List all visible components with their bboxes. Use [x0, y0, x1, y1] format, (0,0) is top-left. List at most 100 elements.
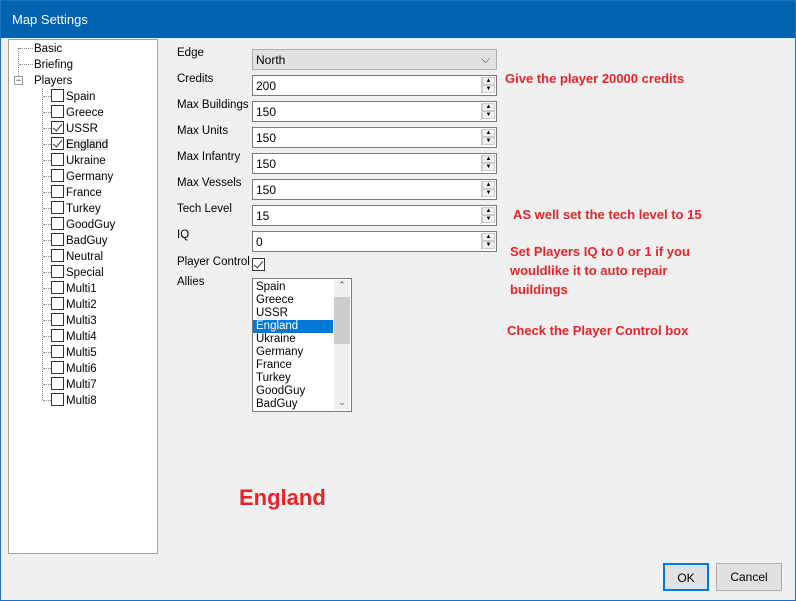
spin-down-icon[interactable]: ▼	[482, 137, 495, 145]
edge-select[interactable]: North ⌵	[252, 49, 497, 70]
tree-item-player[interactable]: Spain	[51, 89, 95, 105]
player-checkbox[interactable]	[51, 185, 64, 198]
player-checkbox[interactable]	[51, 105, 64, 118]
player-checkbox[interactable]	[51, 201, 64, 214]
player-checkbox[interactable]	[51, 361, 64, 374]
max-infantry-input[interactable]: 150 ▲ ▼	[252, 153, 497, 174]
player-checkbox[interactable]	[51, 313, 64, 326]
spin-down-icon[interactable]: ▼	[482, 241, 495, 249]
tree-item-player[interactable]: BadGuy	[51, 233, 108, 249]
allies-list-item[interactable]: GoodGuy	[253, 385, 333, 398]
ok-button[interactable]: OK	[663, 563, 709, 591]
allies-scrollbar[interactable]: ⌃ ⌄	[334, 280, 350, 410]
collapse-icon[interactable]: −	[14, 76, 23, 85]
player-label: Multi4	[66, 331, 97, 343]
spin-down-icon[interactable]: ▼	[482, 215, 495, 223]
spin-down-icon[interactable]: ▼	[482, 111, 495, 119]
player-checkbox[interactable]	[51, 249, 64, 262]
allies-list-item[interactable]: Turkey	[253, 372, 333, 385]
tree-item-player[interactable]: Multi3	[51, 313, 97, 329]
note-control: Check the Player Control box	[507, 323, 689, 338]
player-checkbox[interactable]	[51, 217, 64, 230]
player-checkbox[interactable]	[51, 89, 64, 102]
player-checkbox[interactable]	[51, 345, 64, 358]
allies-list-item[interactable]: BadGuy	[253, 398, 333, 411]
allies-list-item[interactable]: Ukraine	[253, 333, 333, 346]
tree-item-player[interactable]: GoodGuy	[51, 217, 115, 233]
player-checkbox[interactable]	[51, 169, 64, 182]
player-checkbox[interactable]	[51, 153, 64, 166]
player-checkbox[interactable]	[51, 329, 64, 342]
iq-spinner[interactable]: ▲ ▼	[481, 233, 495, 250]
tree-item-player[interactable]: Multi2	[51, 297, 97, 313]
spin-up-icon[interactable]: ▲	[482, 181, 495, 189]
cancel-button[interactable]: Cancel	[716, 563, 782, 591]
tree-item-players[interactable]: Players	[34, 73, 72, 89]
tree-item-player[interactable]: Germany	[51, 169, 113, 185]
scroll-down-icon[interactable]: ⌄	[334, 397, 350, 408]
allies-list-item[interactable]: Spain	[253, 281, 333, 294]
allies-label: Allies	[177, 276, 205, 288]
player-checkbox[interactable]	[51, 297, 64, 310]
tree-item-player[interactable]: USSR	[51, 121, 98, 137]
max-buildings-input[interactable]: 150 ▲ ▼	[252, 101, 497, 122]
tree-item-player[interactable]: Turkey	[51, 201, 101, 217]
tree-item-briefing[interactable]: Briefing	[34, 57, 73, 73]
scroll-thumb[interactable]	[334, 297, 350, 344]
tree-item-player[interactable]: France	[51, 185, 102, 201]
spin-down-icon[interactable]: ▼	[482, 189, 495, 197]
max-units-spinner[interactable]: ▲ ▼	[481, 129, 495, 146]
tree-item-player[interactable]: Special	[51, 265, 104, 281]
allies-list-item[interactable]: England	[253, 320, 333, 333]
allies-list-item[interactable]: USSR	[253, 307, 333, 320]
allies-list-item[interactable]: Germany	[253, 346, 333, 359]
player-checkbox[interactable]	[51, 281, 64, 294]
tree-item-player[interactable]: Multi8	[51, 393, 97, 409]
max-buildings-spinner[interactable]: ▲ ▼	[481, 103, 495, 120]
player-checkbox[interactable]	[51, 265, 64, 278]
tree-item-player[interactable]: Neutral	[51, 249, 103, 265]
allies-list-item[interactable]: Greece	[253, 294, 333, 307]
tree-item-player[interactable]: Greece	[51, 105, 104, 121]
tree-item-basic[interactable]: Basic	[34, 41, 62, 57]
credits-input[interactable]: 200 ▲ ▼	[252, 75, 497, 96]
allies-list[interactable]: Spain Greece USSR England Ukraine Germany Fran…	[252, 278, 352, 412]
tree-item-player[interactable]: Multi7	[51, 377, 97, 393]
spin-up-icon[interactable]: ▲	[482, 103, 495, 111]
spin-up-icon[interactable]: ▲	[482, 207, 495, 215]
player-checkbox[interactable]	[51, 233, 64, 246]
max-infantry-spinner[interactable]: ▲ ▼	[481, 155, 495, 172]
settings-tree[interactable]: Basic Briefing − Players Spain Greece USSR…	[8, 39, 158, 554]
player-label: Turkey	[66, 203, 101, 215]
player-checkbox[interactable]	[51, 393, 64, 406]
tree-item-player[interactable]: Ukraine	[51, 153, 106, 169]
spin-up-icon[interactable]: ▲	[482, 129, 495, 137]
tree-item-player[interactable]: Multi6	[51, 361, 97, 377]
tree-item-player[interactable]: England	[51, 137, 109, 153]
tree-item-player[interactable]: Multi5	[51, 345, 97, 361]
tech-level-input[interactable]: 15 ▲ ▼	[252, 205, 497, 226]
player-label: USSR	[66, 123, 98, 135]
spin-up-icon[interactable]: ▲	[482, 233, 495, 241]
scroll-up-icon[interactable]: ⌃	[334, 280, 350, 291]
tech-level-label: Tech Level	[177, 203, 232, 215]
allies-list-item[interactable]: France	[253, 359, 333, 372]
player-checkbox[interactable]	[51, 137, 64, 150]
spin-up-icon[interactable]: ▲	[482, 155, 495, 163]
max-vessels-input[interactable]: 150 ▲ ▼	[252, 179, 497, 200]
tree-item-player[interactable]: Multi1	[51, 281, 97, 297]
player-control-checkbox[interactable]	[252, 258, 265, 271]
spin-down-icon[interactable]: ▼	[482, 163, 495, 171]
tech-level-spinner[interactable]: ▲ ▼	[481, 207, 495, 224]
iq-value: 0	[256, 235, 263, 249]
max-vessels-spinner[interactable]: ▲ ▼	[481, 181, 495, 198]
spin-up-icon[interactable]: ▲	[482, 77, 495, 85]
iq-input[interactable]: 0 ▲ ▼	[252, 231, 497, 252]
player-label: Greece	[66, 107, 104, 119]
credits-spinner[interactable]: ▲ ▼	[481, 77, 495, 94]
tree-item-player[interactable]: Multi4	[51, 329, 97, 345]
max-units-input[interactable]: 150 ▲ ▼	[252, 127, 497, 148]
player-checkbox[interactable]	[51, 121, 64, 134]
spin-down-icon[interactable]: ▼	[482, 85, 495, 93]
player-checkbox[interactable]	[51, 377, 64, 390]
